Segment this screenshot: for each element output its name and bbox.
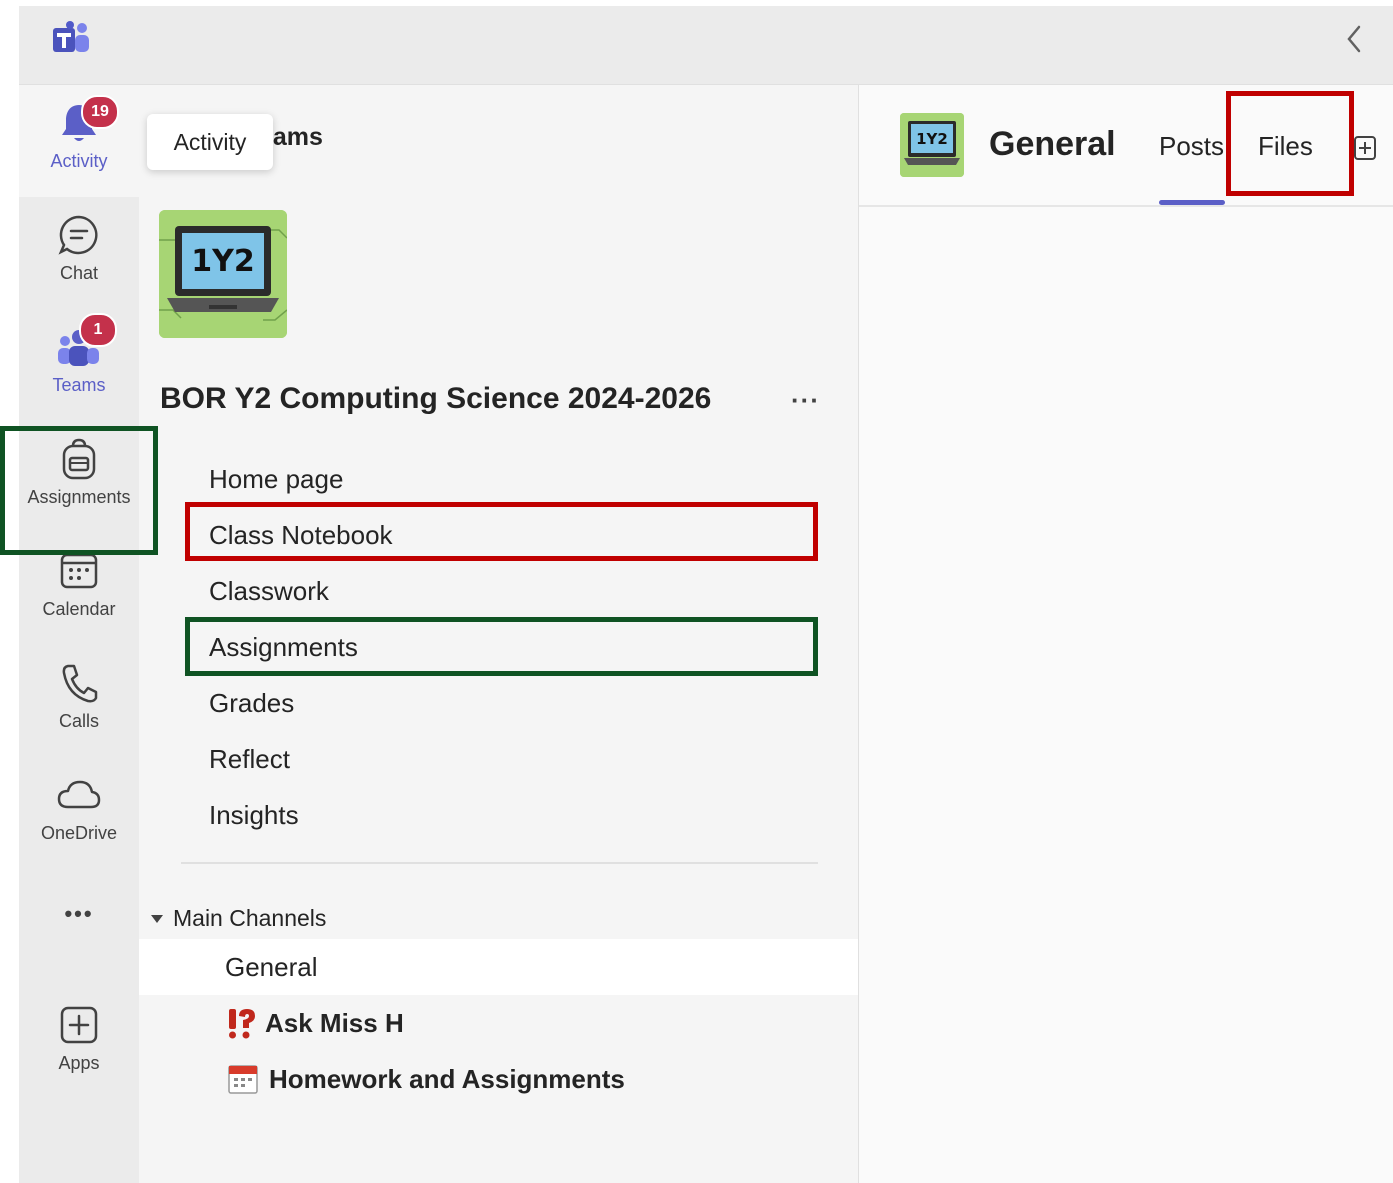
rail-item-teams[interactable]: 1 Teams	[19, 309, 139, 421]
channel-header: 1Y2 General Posts Files	[859, 85, 1393, 207]
rail-item-apps[interactable]: Apps	[19, 987, 139, 1099]
rail-label-calendar: Calendar	[42, 599, 116, 619]
rail-item-assignments[interactable]: Assignments	[19, 421, 139, 533]
channel-label: General	[225, 951, 318, 982]
chat-icon	[57, 213, 101, 257]
team-tab-insights[interactable]: Insights	[209, 786, 393, 842]
tab-posts[interactable]: Posts	[1159, 131, 1224, 162]
teams-icon: 1	[57, 313, 117, 369]
active-tab-indicator	[1159, 200, 1225, 205]
rail-label-calls: Calls	[58, 711, 99, 731]
channel-avatar: 1Y2	[900, 113, 964, 177]
channel-title: General	[989, 125, 1116, 163]
rail-label-onedrive: OneDrive	[40, 823, 118, 843]
team-tab-home-page[interactable]: Home page	[209, 450, 393, 506]
tab-files[interactable]: Files	[1258, 131, 1313, 162]
channels-header-label: Main Channels	[173, 905, 327, 931]
rail-more-button[interactable]: •••	[19, 885, 139, 965]
channel-avatar-text: 1Y2	[916, 130, 948, 148]
caret-down-icon	[151, 914, 163, 923]
channel-item-homework-and-assignments[interactable]: Homework and Assignments	[139, 1051, 858, 1107]
cloud-icon	[57, 773, 101, 817]
channels-header[interactable]: Main Channels	[151, 905, 326, 932]
question-exclamation-icon	[227, 1007, 257, 1039]
teams-logo-icon	[49, 20, 93, 65]
rail-label-activity: Activity	[50, 151, 108, 171]
section-divider	[181, 862, 818, 864]
rail-item-calls[interactable]: Calls	[19, 645, 139, 757]
bell-icon: 19	[57, 95, 119, 145]
channel-item-general[interactable]: General	[139, 939, 858, 995]
team-tab-reflect[interactable]: Reflect	[209, 730, 393, 786]
team-tab-grades[interactable]: Grades	[209, 674, 393, 730]
channel-label: Homework and Assignments	[269, 1063, 625, 1094]
channel-label: Ask Miss H	[265, 1007, 404, 1038]
app-rail: 19 Activity Chat 1 Teams Assignments Cal…	[19, 85, 139, 1183]
rail-item-calendar[interactable]: Calendar	[19, 533, 139, 645]
add-tab-icon[interactable]	[1353, 135, 1377, 166]
calendar-icon	[57, 549, 101, 593]
backpack-icon	[57, 437, 101, 481]
rail-label-chat: Chat	[59, 263, 99, 283]
more-horizontal-icon: •••	[64, 901, 94, 926]
add-app-icon	[57, 1003, 101, 1047]
calendar-emoji-icon	[227, 1063, 259, 1095]
activity-badge: 19	[81, 95, 119, 129]
rail-item-chat[interactable]: Chat	[19, 197, 139, 309]
teams-pane: eams 1Y2 BOR Y2 Computing Science 2024-2…	[139, 85, 858, 1183]
rail-item-activity[interactable]: 19 Activity	[19, 85, 139, 197]
rail-label-teams: Teams	[52, 375, 106, 395]
channel-view: 1Y2 General Posts Files	[858, 85, 1393, 1183]
team-logo[interactable]: 1Y2	[159, 210, 287, 338]
title-bar	[19, 6, 1393, 85]
channel-item-ask-miss-h[interactable]: Ask Miss H	[139, 995, 858, 1051]
team-tab-classwork[interactable]: Classwork	[209, 562, 393, 618]
team-tab-assignments[interactable]: Assignments	[209, 618, 393, 674]
rail-label-assignments: Assignments	[27, 487, 131, 507]
rail-label-apps: Apps	[58, 1053, 100, 1073]
phone-icon	[57, 661, 101, 705]
rail-item-onedrive[interactable]: OneDrive	[19, 757, 139, 869]
team-more-options-button[interactable]: ···	[791, 385, 820, 416]
team-logo-text: 1Y2	[191, 244, 254, 279]
activity-tooltip: Activity	[147, 114, 273, 170]
team-name[interactable]: BOR Y2 Computing Science 2024-2026	[160, 382, 711, 416]
teams-badge: 1	[79, 313, 117, 347]
team-tab-class-notebook[interactable]: Class Notebook	[209, 506, 393, 562]
team-tabs-list: Home page Class Notebook Classwork Assig…	[209, 450, 393, 842]
chevron-left-icon[interactable]	[1345, 24, 1363, 59]
